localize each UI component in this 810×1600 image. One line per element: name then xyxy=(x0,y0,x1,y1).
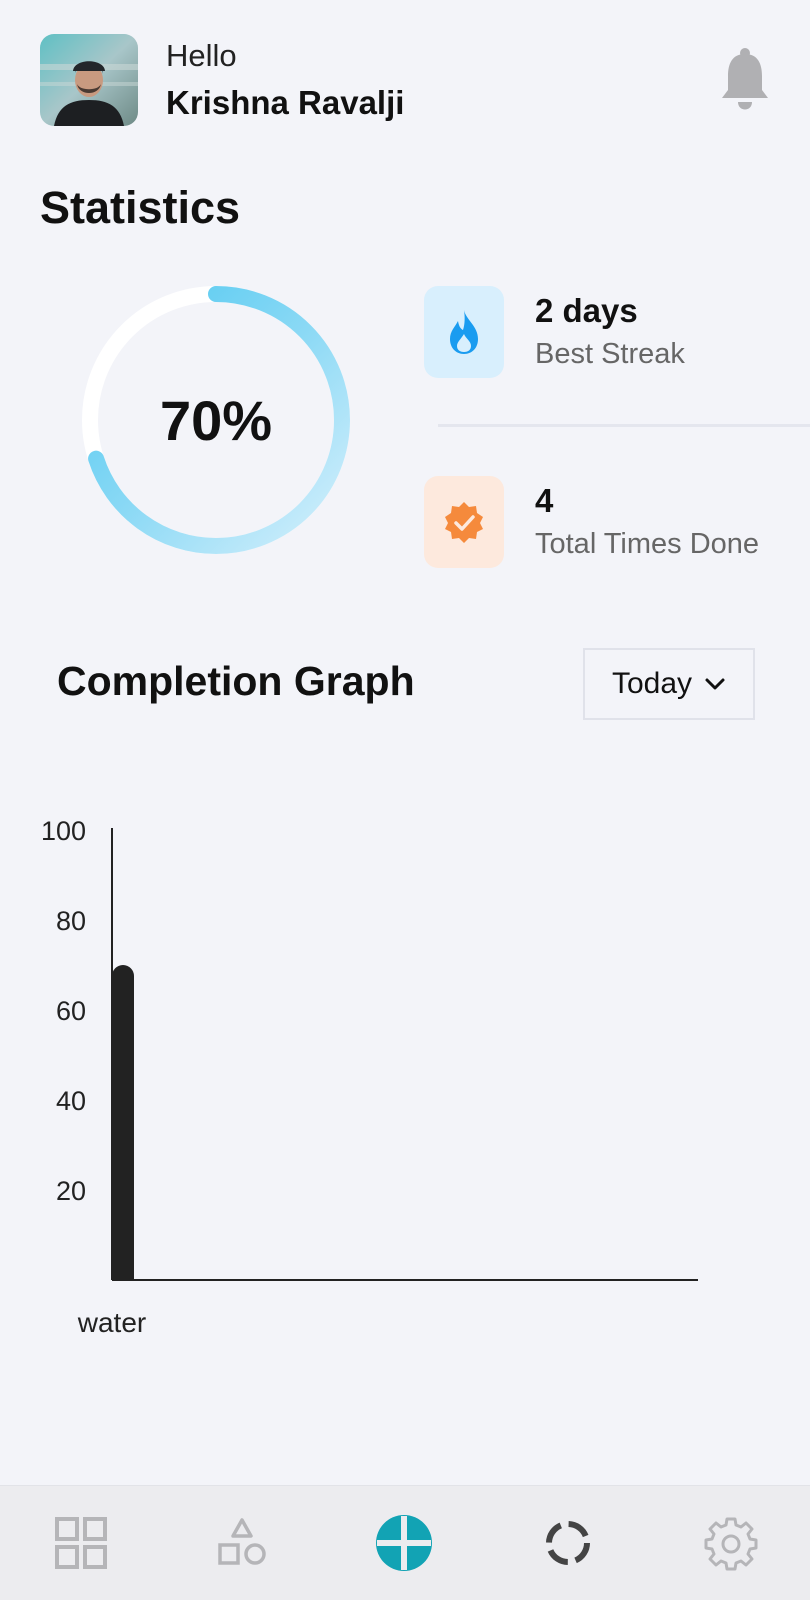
nav-progress[interactable] xyxy=(539,1514,597,1572)
y-tick-label: 20 xyxy=(56,1176,86,1206)
completion-ring: 70% xyxy=(80,284,352,556)
period-dropdown[interactable]: Today xyxy=(583,648,755,720)
settings-gear-icon xyxy=(704,1517,758,1571)
nav-settings[interactable] xyxy=(702,1514,760,1572)
stats-divider xyxy=(438,424,810,427)
add-circle-icon xyxy=(376,1515,432,1571)
streak-icon-tile xyxy=(424,286,504,378)
nav-add[interactable] xyxy=(375,1514,433,1572)
x-category-label: water xyxy=(77,1307,146,1338)
nav-shapes[interactable] xyxy=(213,1514,271,1572)
y-tick-label: 80 xyxy=(56,906,86,936)
y-tick-label: 40 xyxy=(56,1086,86,1116)
y-tick-label: 60 xyxy=(56,996,86,1026)
best-streak-label: Best Streak xyxy=(535,338,685,370)
user-name: Krishna Ravalji xyxy=(166,84,405,121)
y-tick-label: 100 xyxy=(41,816,86,846)
chevron-down-icon xyxy=(705,678,725,690)
best-streak-value: 2 days xyxy=(535,292,638,329)
verified-badge-icon xyxy=(445,502,483,543)
total-done-value: 4 xyxy=(535,482,554,519)
flame-icon xyxy=(450,310,478,354)
period-dropdown-value: Today xyxy=(611,667,693,700)
nav-dashboard[interactable] xyxy=(52,1514,110,1572)
statistics-screen: Hello Krishna Ravalji Statistics 70% 2 d… xyxy=(0,0,810,1600)
completion-graph-title: Completion Graph xyxy=(57,658,415,704)
total-done-label: Total Times Done xyxy=(535,528,760,560)
greeting-text: Hello xyxy=(166,38,237,73)
bottom-nav xyxy=(0,1485,810,1600)
bell-icon[interactable] xyxy=(720,46,770,114)
shapes-icon xyxy=(218,1518,266,1565)
total-done-icon-tile xyxy=(424,476,504,568)
avatar[interactable] xyxy=(40,34,138,126)
completion-bar-chart: 20 40 60 80 100 water xyxy=(41,816,698,1338)
progress-ring-icon xyxy=(546,1521,590,1565)
statistics-title: Statistics xyxy=(40,182,241,233)
completion-percent: 70% xyxy=(159,388,273,452)
profile-photo xyxy=(40,34,138,126)
dashboard-grid-icon xyxy=(55,1517,107,1569)
bar-water xyxy=(112,965,134,1280)
